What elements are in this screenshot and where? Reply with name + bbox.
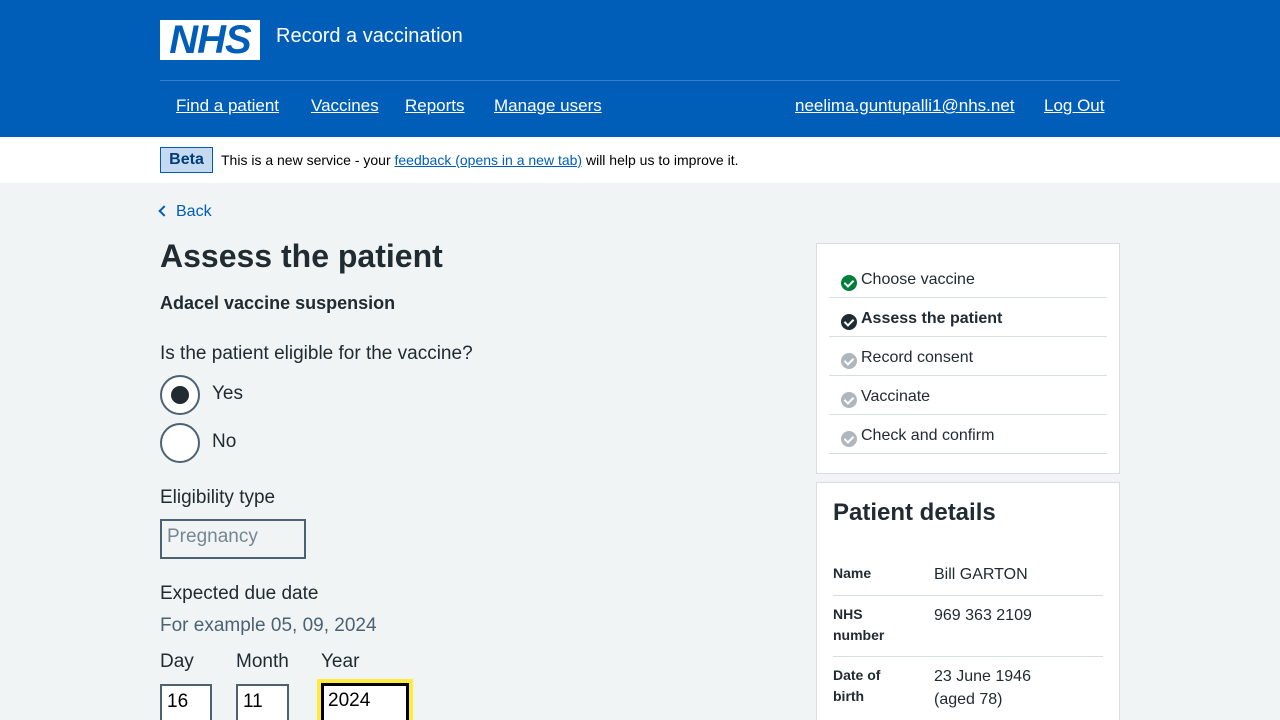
site-header: NHS Record a vaccination Find a patient … bbox=[0, 0, 1280, 137]
patient-details-title: Patient details bbox=[833, 499, 996, 526]
task-label: Choose vaccine bbox=[861, 271, 975, 288]
nhs-logo-text: NHS bbox=[169, 18, 251, 62]
day-label: Day bbox=[160, 651, 194, 672]
task-vaccinate: Vaccinate bbox=[829, 376, 1107, 415]
eligibility-type-label: Eligibility type bbox=[160, 487, 276, 508]
feedback-link[interactable]: feedback (opens in a new tab) bbox=[395, 152, 583, 168]
nav-find-patient[interactable]: Find a patient bbox=[176, 96, 279, 116]
name-value: Bill GARTON bbox=[934, 566, 1028, 583]
task-assess-patient[interactable]: Assess the patient bbox=[829, 298, 1107, 337]
page-title: Assess the patient bbox=[160, 238, 443, 274]
tick-icon bbox=[841, 353, 857, 369]
day-input[interactable]: 16 bbox=[160, 684, 212, 720]
nav-reports[interactable]: Reports bbox=[405, 96, 465, 116]
banner-text: This is a new service - your feedback (o… bbox=[221, 152, 738, 168]
year-input[interactable]: 2024 bbox=[321, 683, 409, 720]
eligibility-type-select[interactable]: Pregnancy bbox=[160, 519, 306, 559]
dob-key: Date of birth bbox=[833, 667, 881, 704]
nhs-number-key: NHS number bbox=[833, 606, 885, 643]
task-label: Check and confirm bbox=[861, 427, 995, 444]
nhs-logo[interactable]: NHS bbox=[160, 20, 260, 60]
patient-details-card: Patient details Name Bill GARTON NHS num… bbox=[816, 482, 1120, 720]
eligibility-question: Is the patient eligible for the vaccine? bbox=[160, 343, 473, 364]
radio-yes-label[interactable]: Yes bbox=[212, 383, 243, 405]
tick-icon bbox=[841, 275, 857, 291]
task-choose-vaccine[interactable]: Choose vaccine bbox=[829, 259, 1107, 298]
task-label: Vaccinate bbox=[861, 388, 931, 405]
task-record-consent: Record consent bbox=[829, 337, 1107, 376]
nav-log-out[interactable]: Log Out bbox=[1044, 96, 1105, 116]
beta-tag: Beta bbox=[160, 147, 213, 173]
patient-name-row: Name Bill GARTON bbox=[833, 563, 1103, 596]
task-check-confirm: Check and confirm bbox=[829, 415, 1107, 454]
vaccine-name: Adacel vaccine suspension bbox=[160, 293, 396, 313]
radio-no[interactable] bbox=[160, 423, 200, 463]
month-label: Month bbox=[236, 651, 289, 672]
year-label: Year bbox=[321, 651, 360, 672]
patient-dob-row: Date of birth 23 June 1946 (aged 78) bbox=[833, 665, 1103, 720]
service-name[interactable]: Record a vaccination bbox=[276, 25, 463, 48]
nhs-number-value: 969 363 2109 bbox=[934, 607, 1032, 624]
banner-text-after: will help us to improve it. bbox=[582, 152, 739, 168]
tick-icon bbox=[841, 392, 857, 408]
patient-nhs-number-row: NHS number 969 363 2109 bbox=[833, 604, 1103, 657]
month-input[interactable]: 11 bbox=[236, 684, 289, 720]
name-key: Name bbox=[833, 565, 872, 581]
nav-vaccines[interactable]: Vaccines bbox=[311, 96, 379, 116]
tick-icon bbox=[841, 314, 857, 330]
radio-no-label[interactable]: No bbox=[212, 431, 236, 453]
chevron-left-icon bbox=[158, 205, 170, 217]
task-label: Assess the patient bbox=[861, 310, 1003, 327]
radio-yes[interactable] bbox=[160, 375, 200, 415]
phase-banner: Beta This is a new service - your feedba… bbox=[0, 137, 1280, 183]
back-link[interactable]: Back bbox=[158, 203, 212, 221]
header-divider bbox=[160, 80, 1120, 81]
due-date-hint: For example 05, 09, 2024 bbox=[160, 615, 377, 636]
tick-icon bbox=[841, 431, 857, 447]
task-list-card: Choose vaccine Assess the patient Record… bbox=[816, 243, 1120, 474]
task-label: Record consent bbox=[861, 349, 974, 366]
back-link-label: Back bbox=[176, 203, 212, 220]
dob-value: 23 June 1946 (aged 78) bbox=[934, 668, 1031, 708]
banner-text-before: This is a new service - your bbox=[221, 152, 395, 168]
nav-manage-users[interactable]: Manage users bbox=[494, 96, 602, 116]
due-date-label: Expected due date bbox=[160, 583, 319, 604]
nav-user-email[interactable]: neelima.guntupalli1@nhs.net bbox=[795, 96, 1015, 116]
